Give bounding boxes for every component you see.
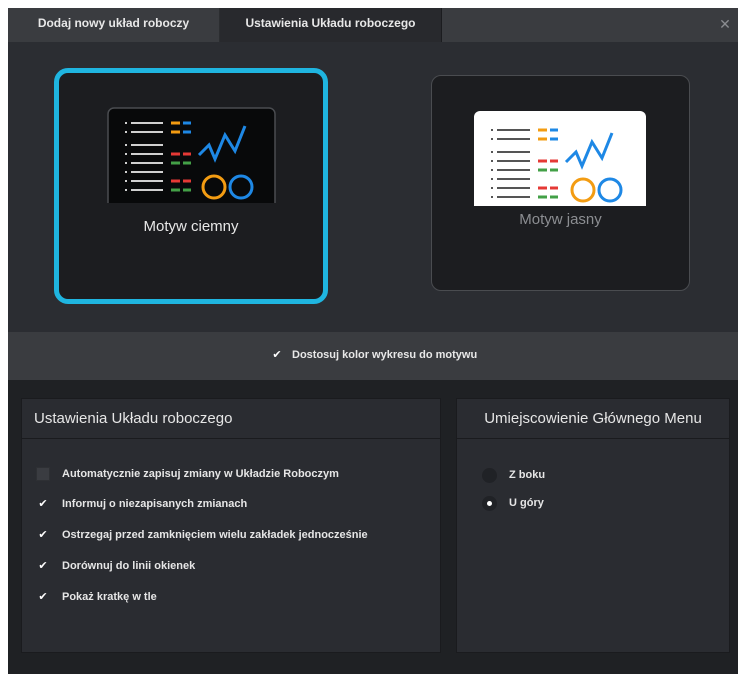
checkmark-icon: ✔ (272, 349, 282, 361)
tab-bar: Dodaj nowy układ roboczy Ustawienia Ukła… (8, 8, 738, 42)
light-theme-preview-icon (474, 111, 646, 206)
menu-location-title: Umiejscowienie Głównego Menu (457, 399, 729, 439)
theme-dark-card[interactable]: Motyw ciemny (54, 68, 328, 304)
theme-selector: Motyw ciemny Motyw jasny (8, 42, 738, 332)
checkmark-icon: ✔ (38, 560, 48, 572)
option-show-grid-label: Pokaż kratkę w tle (62, 591, 157, 603)
option-autosave-label: Automatycznie zapisuj zmiany w Układzie … (62, 468, 339, 480)
checkbox-empty-icon (36, 467, 50, 481)
match-chart-color-label: Dostosuj kolor wykresu do motywu (292, 349, 478, 361)
radio-selected-icon (482, 496, 497, 511)
checkmark-icon: ✔ (38, 529, 48, 541)
theme-light-label: Motyw jasny (519, 211, 602, 228)
menu-location-panel: Umiejscowienie Głównego Menu Z boku U gó… (456, 398, 730, 653)
radio-empty-icon (482, 468, 497, 483)
match-chart-color-row: ✔ Dostosuj kolor wykresu do motywu (8, 332, 738, 380)
radio-side-label: Z boku (509, 469, 546, 481)
workspace-settings-panel: Ustawienia Układu roboczego Automatyczni… (21, 398, 441, 653)
checkmark-icon: ✔ (38, 498, 48, 510)
workspace-settings-dialog: Dodaj nowy układ roboczy Ustawienia Ukła… (8, 8, 738, 674)
checkmark-icon: ✔ (38, 591, 48, 603)
theme-light-card[interactable]: Motyw jasny (431, 75, 690, 291)
tab-add-workspace[interactable]: Dodaj nowy układ roboczy (8, 8, 220, 42)
workspace-settings-title: Ustawienia Układu roboczego (22, 399, 440, 439)
option-snap-lines-label: Dorównuj do linii okienek (62, 560, 196, 572)
tab-workspace-settings[interactable]: Ustawienia Układu roboczego (220, 8, 442, 42)
theme-dark-label: Motyw ciemny (143, 218, 239, 235)
dark-theme-preview-icon (107, 107, 276, 203)
option-warn-close-tabs-label: Ostrzegaj przed zamknięciem wielu zakład… (62, 529, 368, 541)
option-unsaved-changes-label: Informuj o niezapisanych zmianach (62, 498, 248, 510)
close-icon[interactable]: ✕ (718, 16, 732, 33)
radio-top-label: U góry (509, 497, 544, 509)
